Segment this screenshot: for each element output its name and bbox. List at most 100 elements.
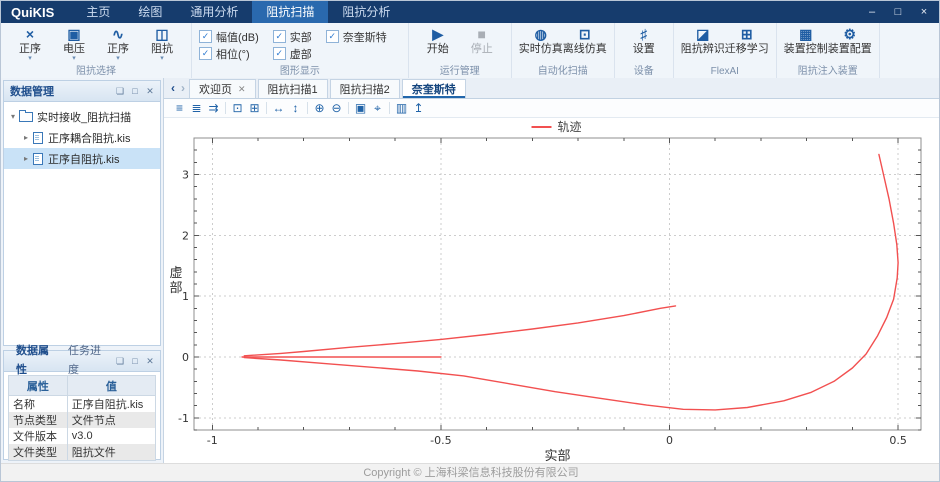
- checkbox-option-1[interactable]: ✓ 相位(°): [199, 45, 259, 62]
- tree-item-0[interactable]: ▾ 实时接收_阻抗扫描: [4, 106, 160, 127]
- tree-item-2[interactable]: ▸正序自阻抗.kis: [4, 148, 160, 169]
- checkbox-icon[interactable]: ✓: [273, 30, 286, 43]
- tab-scroll-left[interactable]: ‹: [168, 79, 178, 98]
- tree-item-label: 正序耦合阻抗.kis: [48, 130, 131, 146]
- x-axis-label: 实部: [544, 449, 570, 464]
- maximize-icon[interactable]: □: [129, 355, 141, 367]
- snapshot-icon[interactable]: ▣: [352, 101, 369, 116]
- checkbox-icon[interactable]: ✓: [199, 47, 212, 60]
- caret-collapsed-icon[interactable]: ▸: [21, 154, 31, 163]
- table-cell: 文件节点: [67, 412, 155, 428]
- tab-label: 欢迎页: [199, 81, 232, 97]
- ribbon-button-4-0[interactable]: ♯设置: [622, 26, 666, 55]
- file-icon: [33, 132, 43, 144]
- x-tick-label: -1: [207, 434, 218, 447]
- close-button[interactable]: ×: [913, 2, 935, 22]
- nyquist-chart[interactable]: -1-0.500.5-10123实部虚部轨迹: [164, 118, 940, 465]
- checkbox-option-2[interactable]: ✓实部: [273, 28, 312, 45]
- y-tick-label: 0: [182, 351, 189, 364]
- main-menu: 主页绘图通用分析阻抗扫描阻抗分析: [72, 1, 404, 23]
- ribbon-button-0-2[interactable]: ∿正序▾: [96, 26, 140, 62]
- ribbon-button-0-1[interactable]: ▣电压▾: [52, 26, 96, 62]
- menu-item-1[interactable]: 绘图: [124, 1, 176, 23]
- ribbon-button-3-0[interactable]: ◍实时仿真: [519, 26, 563, 55]
- legend-rows-icon[interactable]: ≡: [171, 101, 188, 116]
- app-logo: QuiKIS: [1, 5, 72, 20]
- maximize-icon[interactable]: □: [129, 85, 141, 97]
- float-icon[interactable]: ❏: [114, 85, 126, 97]
- close-icon[interactable]: ✕: [144, 355, 156, 367]
- fit-horizontal-icon[interactable]: ↔: [270, 101, 287, 116]
- table-row[interactable]: 文件类型阻抗文件: [9, 444, 156, 461]
- panel-tab-0[interactable]: 数据属性: [10, 342, 62, 380]
- menu-item-0[interactable]: 主页: [72, 1, 124, 23]
- zoom-in-icon[interactable]: ⊕: [311, 101, 328, 116]
- ribbon-button-label: 正序: [107, 43, 129, 55]
- tree-item-1[interactable]: ▸ 正序耦合阻抗.kis: [4, 127, 160, 148]
- ribbon-button-0-3[interactable]: ◫阻抗▾: [140, 26, 184, 62]
- fit-vertical-icon[interactable]: ↕: [287, 101, 304, 116]
- fit-selection-icon[interactable]: ⊞: [246, 101, 263, 116]
- chart-toolbar: ≡≣⇉ ⊡⊞ ↔↕ ⊕⊖ ▣⌖ ▥↥: [164, 99, 940, 118]
- table-cell: v3.0: [67, 428, 155, 444]
- chevron-down-icon[interactable]: ▾: [160, 55, 164, 62]
- ribbon-group-6: ▦装置控制⚙装置配置阻抗注入装置: [777, 23, 880, 78]
- data-properties-header: 数据属性任务进度❏□✕: [4, 351, 160, 372]
- panel-tab-1[interactable]: 任务进度: [62, 342, 114, 380]
- title-bar: QuiKIS 主页绘图通用分析阻抗扫描阻抗分析 – □ ×: [1, 1, 940, 23]
- float-icon[interactable]: ❏: [114, 355, 126, 367]
- chevron-down-icon[interactable]: ▾: [28, 55, 32, 62]
- table-row[interactable]: 节点类型文件节点: [9, 412, 156, 428]
- maximize-button[interactable]: □: [887, 2, 909, 22]
- ribbon-button-6-1[interactable]: ⚙装置配置: [828, 26, 872, 55]
- caret-expanded-icon[interactable]: ▾: [8, 112, 18, 121]
- trajectory-line: [244, 306, 675, 356]
- tab-scroll-right[interactable]: ›: [178, 79, 188, 98]
- table-row[interactable]: 文件版本v3.0: [9, 428, 156, 444]
- device-control-icon: ▦: [799, 26, 812, 43]
- data-properties-panel: 数据属性任务进度❏□✕ 属性值 名称正序自阻抗.kis节点类型文件节点文件版本v…: [3, 350, 161, 460]
- checkbox-icon[interactable]: ✓: [273, 47, 286, 60]
- checkbox-option-3[interactable]: ✓虚部: [273, 45, 312, 62]
- fit-window-icon[interactable]: ⊡: [229, 101, 246, 116]
- ribbon-button-0-0[interactable]: ×正序▾: [8, 26, 52, 62]
- tab-2[interactable]: 阻抗扫描2: [330, 79, 400, 98]
- checkbox-label: 相位(°): [216, 46, 250, 62]
- copy-view-icon[interactable]: ▥: [393, 101, 410, 116]
- menu-item-3[interactable]: 阻抗扫描: [252, 1, 328, 23]
- table-row[interactable]: 名称正序自阻抗.kis: [9, 396, 156, 413]
- tree-item-label: 实时接收_阻抗扫描: [37, 109, 131, 125]
- chevron-down-icon[interactable]: ▾: [116, 55, 120, 62]
- x-tick-label: 0: [666, 434, 673, 447]
- checkbox-icon[interactable]: ✓: [199, 30, 212, 43]
- tab-0[interactable]: 欢迎页 ✕: [189, 79, 256, 98]
- tab-close-icon[interactable]: ✕: [238, 84, 246, 95]
- menu-item-2[interactable]: 通用分析: [176, 1, 252, 23]
- ribbon-button-5-0[interactable]: ◪阻抗辨识: [681, 26, 725, 55]
- tab-1[interactable]: 阻抗扫描1: [258, 79, 328, 98]
- tab-3[interactable]: 奈奎斯特: [402, 79, 466, 98]
- export-image-icon[interactable]: ↥: [410, 101, 427, 116]
- checkbox-option-4[interactable]: ✓奈奎斯特: [326, 28, 387, 45]
- menu-item-4[interactable]: 阻抗分析: [328, 1, 404, 23]
- application-window: QuiKIS 主页绘图通用分析阻抗扫描阻抗分析 – □ × ×正序▾▣电压▾∿正…: [0, 0, 940, 482]
- export-series-icon[interactable]: ⇉: [205, 101, 222, 116]
- settings-sliders-icon: ♯: [640, 26, 647, 43]
- ribbon-button-6-0[interactable]: ▦装置控制: [784, 26, 828, 55]
- ribbon-button-label: 开始: [427, 43, 449, 55]
- legend-list-icon[interactable]: ≣: [188, 101, 205, 116]
- ribbon-button-2-0[interactable]: ▶开始: [416, 26, 460, 55]
- ribbon-group-label: FlexAI: [674, 65, 776, 78]
- checkbox-icon[interactable]: ✓: [326, 30, 339, 43]
- tab-label: 阻抗扫描1: [268, 81, 318, 97]
- offline-sim-icon: ⊡: [579, 26, 591, 43]
- close-icon[interactable]: ✕: [144, 85, 156, 97]
- caret-collapsed-icon[interactable]: ▸: [21, 133, 31, 142]
- ribbon-button-5-1[interactable]: ⊞迁移学习: [725, 26, 769, 55]
- chevron-down-icon[interactable]: ▾: [72, 55, 76, 62]
- minimize-button[interactable]: –: [861, 2, 883, 22]
- center-target-icon[interactable]: ⌖: [369, 101, 386, 116]
- checkbox-option-0[interactable]: ✓幅值(dB): [199, 28, 259, 45]
- zoom-out-icon[interactable]: ⊖: [328, 101, 345, 116]
- ribbon-button-3-1[interactable]: ⊡离线仿真: [563, 26, 607, 55]
